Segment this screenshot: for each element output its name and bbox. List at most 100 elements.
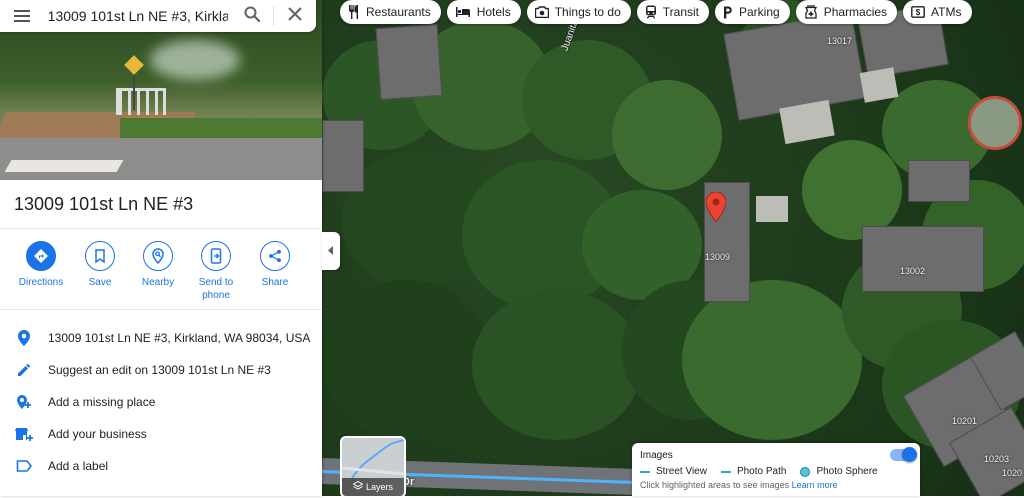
- place-info-list: 13009 101st Ln NE #3, Kirkland, WA 98034…: [0, 322, 322, 482]
- chip-label: Hotels: [476, 5, 511, 19]
- hamburger-icon: [13, 15, 30, 17]
- category-chips: Restaurants Hotels Things to do Transit …: [340, 0, 972, 26]
- photo-sky: [150, 40, 240, 80]
- building-roof: [322, 120, 364, 192]
- tree-canopy: [322, 280, 492, 440]
- photo-grass: [120, 118, 322, 140]
- chip-label: Transit: [662, 5, 699, 19]
- images-legend: Street View Photo Path Photo Sphere: [640, 466, 878, 477]
- house-number-10201: 10201: [952, 416, 978, 426]
- atm-icon: $: [911, 6, 925, 18]
- add-location-icon: [0, 394, 48, 410]
- chip-label: ATMs: [931, 5, 962, 19]
- chevron-left-icon: [328, 242, 334, 260]
- location-pin-icon[interactable]: [705, 191, 727, 227]
- learn-more-link[interactable]: Learn more: [792, 480, 838, 490]
- pencil-icon: [0, 363, 48, 377]
- house-number-10203: 10203: [984, 454, 1010, 464]
- tree-canopy: [472, 290, 642, 440]
- images-panel: Images Street View Photo Path Photo Sphe…: [632, 443, 920, 496]
- chip-label: Things to do: [554, 5, 621, 19]
- suggest-edit-row[interactable]: Suggest an edit on 13009 101st Ln NE #3: [0, 354, 322, 386]
- photo-sphere-dot-icon: [800, 466, 811, 477]
- nearby-button[interactable]: Nearby: [128, 241, 188, 289]
- action-label: Save: [88, 277, 112, 288]
- bookmark-icon: [85, 241, 115, 271]
- chip-transit[interactable]: Transit: [636, 0, 709, 24]
- camera-icon: [534, 6, 549, 18]
- chip-label: Restaurants: [366, 5, 431, 19]
- house-number-13017: 13017: [827, 36, 853, 46]
- images-toggle[interactable]: [890, 447, 917, 462]
- action-buttons: Directions Save Nearby Send to phone Sha…: [0, 228, 322, 310]
- share-icon: [260, 241, 290, 271]
- parking-icon: [723, 6, 733, 19]
- action-label: Directions: [18, 277, 64, 288]
- share-button[interactable]: Share: [245, 241, 305, 289]
- menu-button[interactable]: [0, 0, 44, 32]
- photo-road: [0, 138, 322, 180]
- chip-parking[interactable]: Parking: [715, 0, 790, 24]
- add-business-text: Add your business: [48, 427, 147, 441]
- phone-icon: [201, 241, 231, 271]
- directions-icon: [26, 241, 56, 271]
- building-roof: [859, 67, 899, 103]
- clear-search-button[interactable]: [274, 0, 316, 32]
- directions-button[interactable]: Directions: [11, 241, 71, 289]
- cul-de-sac: [968, 96, 1022, 150]
- chip-label: Parking: [739, 5, 780, 19]
- address-row[interactable]: 13009 101st Ln NE #3, Kirkland, WA 98034…: [0, 322, 322, 354]
- save-button[interactable]: Save: [70, 241, 130, 289]
- add-label-text: Add a label: [48, 459, 109, 473]
- satellite-map[interactable]: Juanita Dr 13017 13009 13002 10201 10203…: [322, 0, 1024, 496]
- images-panel-title: Images: [640, 450, 673, 461]
- action-label: Nearby: [141, 277, 175, 288]
- building-roof: [756, 196, 788, 222]
- add-missing-place-row[interactable]: Add a missing place: [0, 386, 322, 418]
- suggest-edit-text: Suggest an edit on 13009 101st Ln NE #3: [48, 363, 271, 377]
- add-business-icon: [0, 427, 48, 441]
- chip-label: Pharmacies: [823, 5, 888, 19]
- images-note: Click highlighted areas to see images Le…: [640, 480, 838, 490]
- tree-canopy: [682, 280, 862, 440]
- tree-canopy: [802, 140, 902, 240]
- house-number-13002: 13002: [900, 266, 926, 276]
- building-roof: [375, 23, 443, 101]
- nearby-icon: [143, 241, 173, 271]
- search-input[interactable]: [43, 2, 232, 30]
- building-roof: [779, 99, 835, 145]
- action-label: Share: [261, 277, 289, 288]
- chip-atms[interactable]: $ ATMs: [903, 0, 972, 24]
- layers-label: Layers: [365, 482, 393, 492]
- side-panel: 13009 101st Ln NE #3 Directions Save Nea…: [0, 0, 322, 496]
- pharmacy-icon: [804, 5, 818, 19]
- building-roof: [862, 226, 984, 292]
- action-label: Send to phone: [198, 277, 234, 301]
- search-box: [0, 0, 316, 32]
- house-number-13009: 13009: [705, 252, 731, 262]
- place-title: 13009 101st Ln NE #3: [14, 194, 194, 214]
- legend-photo-sphere: Photo Sphere: [816, 466, 878, 477]
- photo-road-sign: [124, 55, 144, 75]
- chip-pharmacies[interactable]: Pharmacies: [795, 0, 898, 24]
- layers-button[interactable]: Layers: [340, 436, 406, 498]
- chip-restaurants[interactable]: Restaurants: [340, 0, 441, 24]
- photo-sign-pole: [133, 70, 135, 110]
- photo-crosswalk: [4, 160, 124, 172]
- add-business-row[interactable]: Add your business: [0, 418, 322, 450]
- collapse-panel-button[interactable]: [322, 232, 340, 270]
- search-icon: [244, 6, 261, 27]
- map-thumbnail: [342, 438, 404, 479]
- label-icon: [0, 460, 48, 472]
- chip-hotels[interactable]: Hotels: [446, 0, 521, 24]
- search-button[interactable]: [232, 0, 274, 32]
- send-to-phone-button[interactable]: Send to phone: [186, 241, 246, 302]
- images-note-text: Click highlighted areas to see images: [640, 480, 790, 490]
- building-roof: [908, 160, 970, 202]
- fork-knife-icon: [348, 5, 360, 19]
- house-number-1020: 1020: [1002, 468, 1023, 478]
- layers-label-bar: Layers: [342, 478, 404, 496]
- chip-things-to-do[interactable]: Things to do: [526, 0, 631, 24]
- close-icon: [288, 6, 302, 26]
- add-label-row[interactable]: Add a label: [0, 450, 322, 482]
